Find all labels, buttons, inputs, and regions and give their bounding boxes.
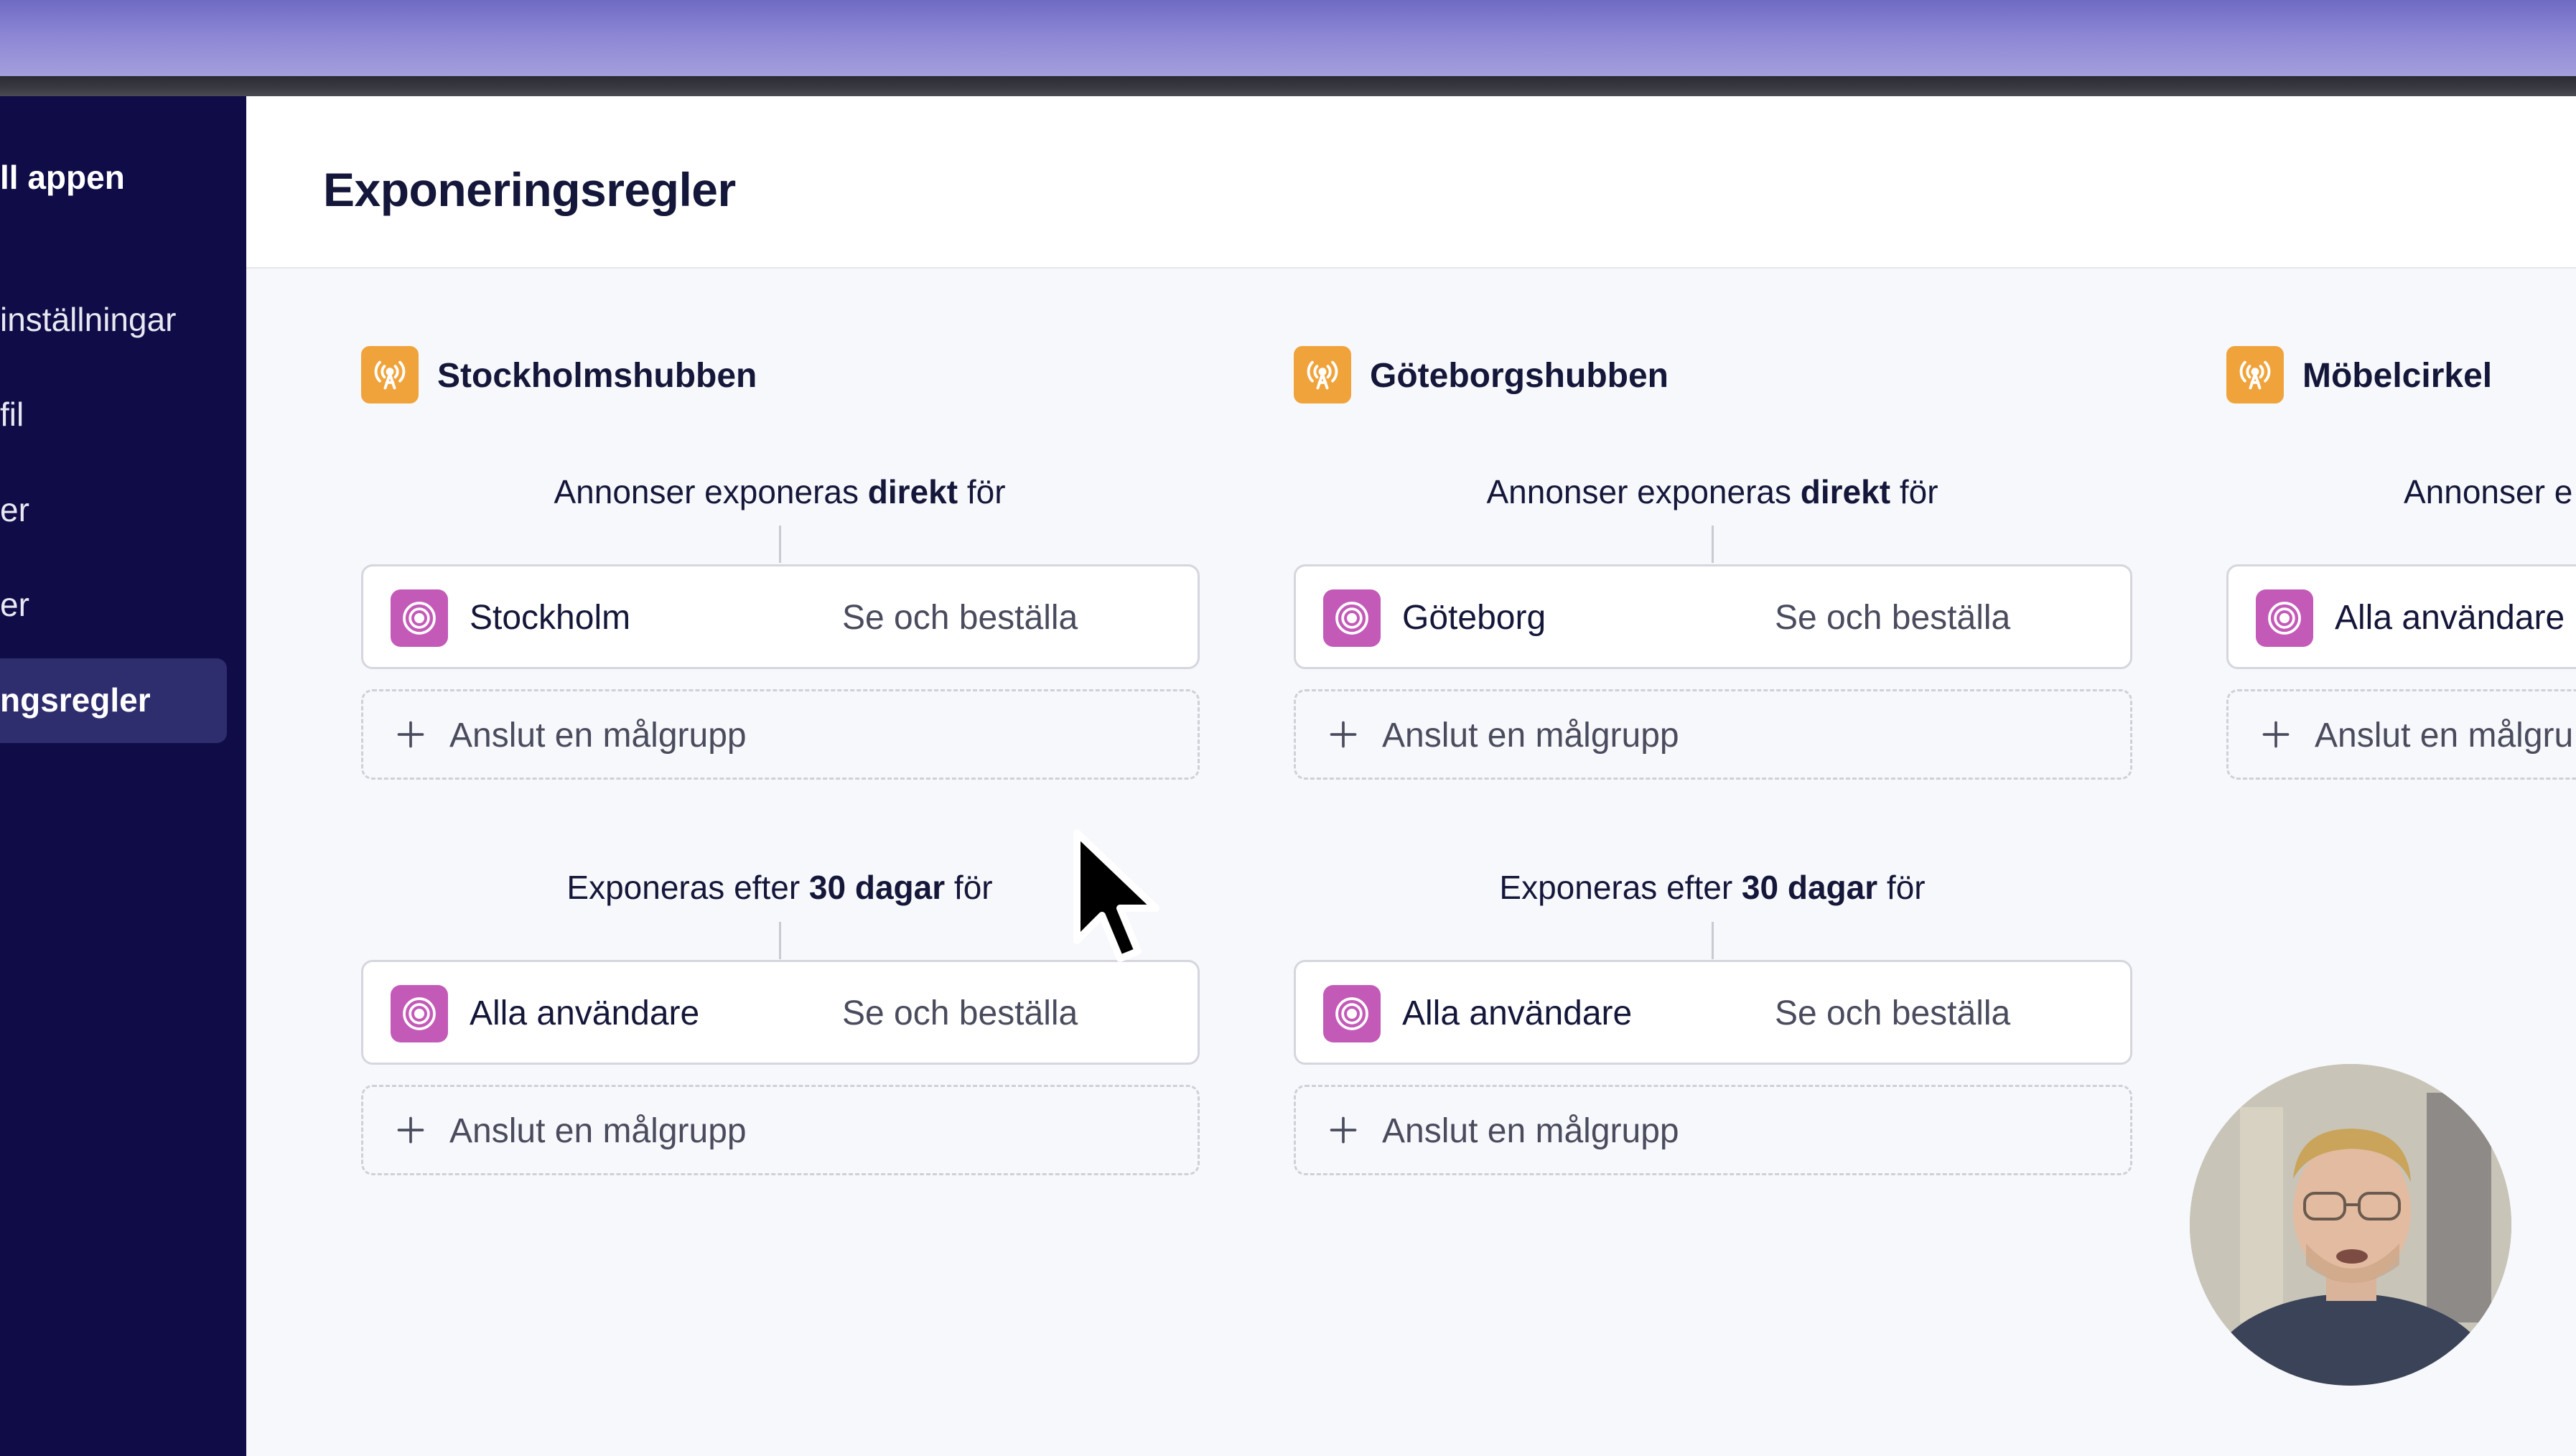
connect-audience-button[interactable]: Anslut en målgrupp xyxy=(1294,689,2132,780)
connect-audience-button[interactable]: Anslut en målgru xyxy=(2226,689,2576,780)
plus-icon xyxy=(1330,721,1357,748)
broadcast-tower-icon xyxy=(2226,346,2284,403)
desktop-background xyxy=(0,0,2576,78)
audience-card[interactable]: Stockholm Se och beställa xyxy=(361,564,1200,669)
connect-audience-button[interactable]: Anslut en målgrupp xyxy=(361,1085,1200,1175)
hub-title: Stockholmshubben xyxy=(437,357,757,395)
connector-line xyxy=(779,922,781,959)
audience-permission[interactable]: Se och beställa xyxy=(842,598,1078,638)
connector-line xyxy=(1712,526,1714,563)
rule-caption: Exponeras efter 30 dagar för xyxy=(1499,869,1926,906)
presenter-video xyxy=(2190,1064,2511,1386)
rule-caption: Annonser e xyxy=(2404,473,2573,510)
connector-line xyxy=(779,526,781,563)
broadcast-tower-icon xyxy=(1294,346,1351,403)
sidebar-item-exposure-rules[interactable]: ngsregler xyxy=(0,681,151,719)
plus-icon xyxy=(397,1116,424,1144)
sidebar-item-settings[interactable]: inställningar xyxy=(0,300,176,339)
webcam-overlay xyxy=(2190,1064,2511,1386)
audience-card[interactable]: Alla användare Se och beställa xyxy=(361,960,1200,1065)
audience-permission[interactable]: Se och beställa xyxy=(1775,598,2010,638)
connect-audience-label: Anslut en målgru xyxy=(2315,717,2574,755)
sidebar-item-profile[interactable]: fil xyxy=(0,395,24,434)
audience-name: Göteborg xyxy=(1402,599,1546,637)
broadcast-tower-icon xyxy=(361,346,419,403)
audience-permission[interactable]: Se och beställa xyxy=(1775,994,2010,1033)
hub-title: Göteborgshubben xyxy=(1370,357,1669,395)
sidebar-item-5[interactable]: er xyxy=(0,585,29,624)
target-icon xyxy=(1323,589,1381,647)
connect-audience-label: Anslut en målgrupp xyxy=(1382,1112,1679,1150)
audience-card[interactable]: Göteborg Se och beställa xyxy=(1294,564,2132,669)
plus-icon xyxy=(1330,1116,1357,1144)
hub-title: Möbelcirkel xyxy=(2302,357,2493,395)
connect-audience-label: Anslut en målgrupp xyxy=(449,717,747,755)
audience-name: Alla användare xyxy=(2335,599,2565,637)
target-icon xyxy=(391,985,448,1042)
audience-card[interactable]: Alla användare xyxy=(2226,564,2576,669)
sidebar-item-4[interactable]: er xyxy=(0,490,29,529)
rule-caption: Annonser exponeras direkt för xyxy=(1486,473,1938,510)
rule-caption: Annonser exponeras direkt för xyxy=(554,473,1006,510)
connect-audience-button[interactable]: Anslut en målgrupp xyxy=(361,689,1200,780)
connect-audience-label: Anslut en målgrupp xyxy=(449,1112,747,1150)
connect-audience-label: Anslut en målgrupp xyxy=(1382,717,1679,755)
target-icon xyxy=(2256,589,2313,647)
audience-name: Stockholm xyxy=(470,599,631,637)
audience-permission[interactable]: Se och beställa xyxy=(842,994,1078,1033)
plus-icon xyxy=(397,721,424,748)
target-icon xyxy=(1323,985,1381,1042)
window-top-edge xyxy=(0,76,2576,96)
mouse-pointer-icon xyxy=(1073,829,1159,962)
audience-name: Alla användare xyxy=(470,994,700,1032)
target-icon xyxy=(391,589,448,647)
plus-icon xyxy=(2262,721,2290,748)
page-title: Exponeringsregler xyxy=(323,163,736,216)
connector-line xyxy=(1712,922,1714,959)
audience-card[interactable]: Alla användare Se och beställa xyxy=(1294,960,2132,1065)
sidebar-item-app[interactable]: ll appen xyxy=(0,158,125,197)
sidebar: ll appen inställningar fil er er ngsregl… xyxy=(0,96,246,1456)
connect-audience-button[interactable]: Anslut en målgrupp xyxy=(1294,1085,2132,1175)
audience-name: Alla användare xyxy=(1402,994,1633,1032)
